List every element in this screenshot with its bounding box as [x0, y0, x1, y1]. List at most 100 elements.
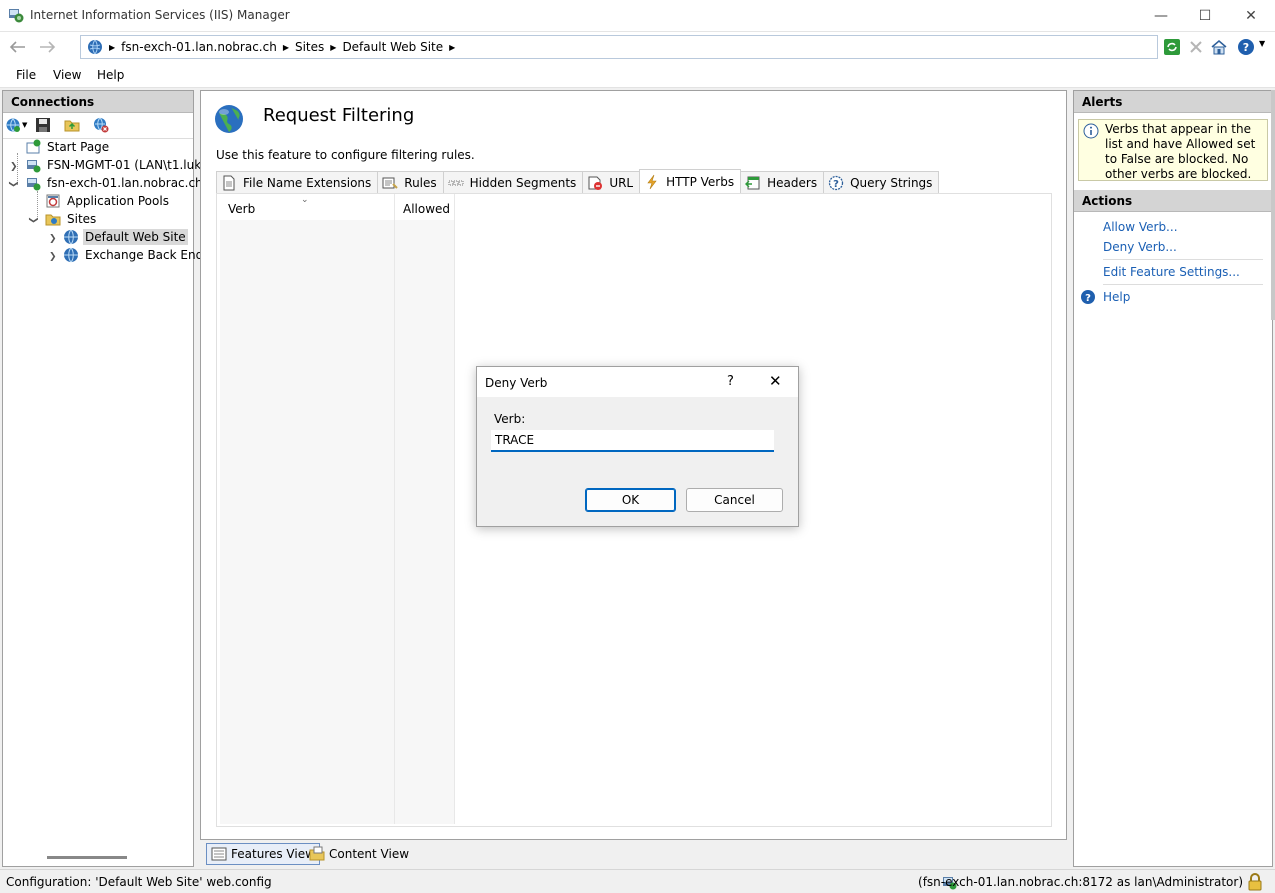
headers-icon — [745, 176, 760, 189]
up-folder-icon[interactable] — [64, 117, 80, 133]
allow-verb-link[interactable]: Allow Verb... — [1103, 220, 1178, 234]
content-view-button[interactable]: Content View — [304, 843, 414, 865]
window-title: Internet Information Services (IIS) Mana… — [30, 8, 290, 22]
forward-arrow-icon — [40, 41, 56, 53]
back-arrow-icon — [9, 41, 25, 53]
ok-button[interactable]: OK — [585, 488, 676, 512]
edit-feature-settings-link[interactable]: Edit Feature Settings... — [1103, 265, 1240, 279]
breadcrumb-default-web-site[interactable]: Default Web Site — [342, 40, 443, 54]
title-bar: Internet Information Services (IIS) Mana… — [0, 0, 1275, 32]
tree-item-fsn-mgmt-01[interactable]: FSN-MGMT-01 (LAN\t1.luka — [25, 156, 210, 174]
status-configuration: Configuration: 'Default Web Site' web.co… — [6, 875, 272, 889]
tab-query-strings[interactable]: ? Query Strings — [823, 171, 940, 193]
info-icon — [1083, 123, 1099, 139]
connect-globe-icon[interactable] — [5, 117, 21, 133]
tab-rules[interactable]: Rules — [377, 171, 444, 193]
help-link[interactable]: Help — [1103, 290, 1130, 304]
tab-file-name-extensions[interactable]: File Name Extensions — [216, 171, 379, 193]
verb-input[interactable] — [491, 430, 774, 452]
tab-url[interactable]: URL — [582, 171, 641, 193]
hidden-segments-icon — [448, 180, 464, 185]
save-icon[interactable] — [35, 117, 51, 133]
url-block-icon — [588, 176, 603, 190]
server-icon — [27, 160, 41, 173]
rules-icon — [382, 177, 398, 189]
stop-icon[interactable] — [1187, 38, 1205, 56]
column-header-allowed[interactable]: Allowed — [395, 194, 454, 220]
close-window-button[interactable]: ✕ — [1228, 0, 1274, 31]
tree-item-sites[interactable]: Sites — [45, 210, 98, 228]
alert-message: Verbs that appear in the list and have A… — [1078, 119, 1268, 181]
tree-expander-chevron-right-icon[interactable]: ❯ — [49, 234, 57, 244]
home-icon[interactable] — [1210, 38, 1228, 56]
dialog-title-bar: Deny Verb ? ✕ — [477, 367, 798, 397]
svg-text:?: ? — [1243, 41, 1249, 54]
dialog-title: Deny Verb — [485, 376, 548, 390]
cancel-button[interactable]: Cancel — [686, 488, 783, 512]
tree-expander-chevron-down-icon[interactable]: ❯ — [28, 216, 38, 224]
dialog-close-icon[interactable]: ✕ — [769, 372, 782, 390]
connections-toolbar: ▼ — [3, 113, 193, 139]
application-pools-icon — [46, 194, 60, 208]
tree-expander-chevron-right-icon[interactable]: ❯ — [49, 252, 57, 262]
connections-horizontal-scrollbar[interactable] — [47, 856, 127, 859]
lightning-icon — [647, 174, 657, 189]
help-dropdown-chevron-icon[interactable]: ▼ — [1259, 39, 1265, 48]
query-strings-icon: ? — [828, 175, 844, 190]
status-connection: (fsn-exch-01.lan.nobrac.ch:8172 as lan\A… — [918, 875, 1243, 889]
view-switcher: Features View Content View — [200, 842, 1067, 867]
tree-expander-chevron-down-icon[interactable]: ❯ — [8, 180, 18, 188]
start-page-icon — [26, 139, 41, 154]
breadcrumb-sites[interactable]: Sites — [295, 40, 324, 54]
request-filtering-globe-icon — [215, 105, 243, 133]
page-description: Use this feature to configure filtering … — [216, 148, 475, 162]
content-view-icon — [309, 846, 325, 861]
page-title: Request Filtering — [263, 105, 415, 126]
connections-header: Connections — [3, 91, 193, 113]
tree-expander-chevron-right-icon[interactable]: ❯ — [10, 162, 18, 172]
disconnect-icon[interactable] — [93, 117, 109, 133]
tab-headers[interactable]: Headers — [740, 171, 825, 193]
connect-dropdown-chevron-icon[interactable]: ▼ — [22, 121, 27, 129]
tree-item-application-pools[interactable]: Application Pools — [45, 192, 171, 210]
tab-http-verbs[interactable]: HTTP Verbs — [639, 169, 742, 193]
tree-item-default-web-site[interactable]: Default Web Site — [63, 228, 188, 246]
verb-label: Verb: — [494, 412, 526, 426]
back-button[interactable] — [4, 36, 30, 58]
menu-file[interactable]: File — [16, 68, 36, 82]
refresh-icon[interactable] — [1163, 38, 1181, 56]
breadcrumb-separator-icon: ▶ — [449, 42, 456, 52]
tab-hidden-segments[interactable]: Hidden Segments — [442, 171, 584, 193]
sites-folder-icon — [45, 214, 61, 226]
column-header-verb[interactable]: Verb ⌄ — [220, 194, 394, 220]
help-icon[interactable]: ? — [1237, 38, 1255, 56]
verb-column: Verb ⌄ — [220, 194, 395, 824]
breadcrumb-separator-icon: ▶ — [282, 42, 289, 52]
menu-help[interactable]: Help — [97, 68, 124, 82]
connections-pane: Connections ▼ Start Page ❯ FSN-MGMT-01 (… — [2, 90, 215, 867]
tree-line — [37, 191, 38, 217]
forward-button[interactable] — [35, 36, 61, 58]
features-view-button[interactable]: Features View — [206, 843, 320, 865]
address-path[interactable]: ▶ fsn-exch-01.lan.nobrac.ch ▶ Sites ▶ De… — [80, 35, 1158, 59]
website-globe-icon — [64, 247, 78, 263]
actions-divider — [1103, 284, 1263, 285]
maximize-button[interactable]: ☐ — [1182, 0, 1228, 31]
minimize-button[interactable]: — — [1138, 0, 1184, 31]
server-globe-icon — [88, 39, 102, 55]
help-circle-icon: ? — [1081, 290, 1095, 304]
deny-verb-link[interactable]: Deny Verb... — [1103, 240, 1177, 254]
dialog-help-icon[interactable]: ? — [727, 374, 734, 389]
website-globe-icon — [64, 229, 78, 245]
svg-text:?: ? — [1085, 293, 1091, 304]
document-icon — [223, 175, 235, 190]
breadcrumb-server[interactable]: fsn-exch-01.lan.nobrac.ch — [121, 40, 277, 54]
actions-vertical-scrollbar[interactable] — [1271, 90, 1275, 320]
iis-app-icon — [9, 9, 24, 23]
tree-item-exchange-back-end[interactable]: Exchange Back End — [63, 246, 205, 264]
menu-view[interactable]: View — [53, 68, 81, 82]
actions-pane: Alerts Verbs that appear in the list and… — [1073, 90, 1273, 867]
tree-item-start-page[interactable]: Start Page — [25, 138, 111, 156]
tree-item-fsn-exch-01[interactable]: fsn-exch-01.lan.nobrac.ch (l — [25, 174, 217, 192]
feature-tabs: File Name Extensions Rules Hidden Segmen… — [216, 169, 940, 193]
